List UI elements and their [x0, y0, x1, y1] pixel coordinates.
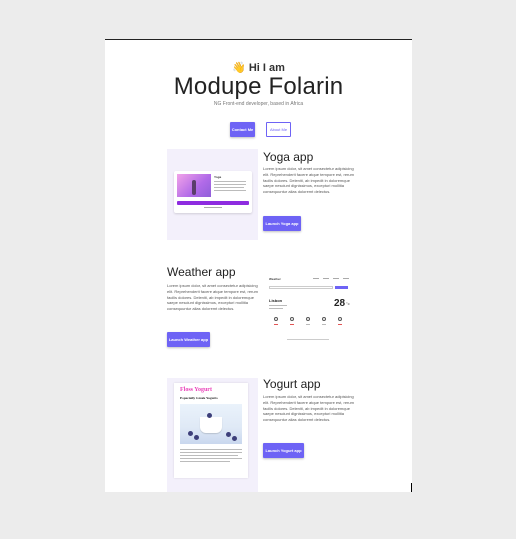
text-line	[214, 184, 246, 185]
text-cursor	[411, 483, 412, 492]
blueberry	[194, 435, 199, 440]
launch-yoga-app-button[interactable]: Launch Yoga app	[263, 216, 301, 231]
menu-item	[333, 278, 339, 279]
text-line	[180, 452, 242, 453]
launch-yogurt-app-button[interactable]: Launch Yogurt app	[263, 443, 304, 458]
yogurt-brand: Floss Yogurt	[180, 387, 212, 393]
yoga-preview-heading: Yoga	[214, 175, 222, 179]
weather-app-preview: Weather Lisbon 28 °c	[263, 264, 354, 355]
portfolio-page: 👋 Hi I am Modupe Folarin NG Front-end dev…	[105, 39, 412, 492]
yoga-image	[177, 174, 211, 197]
launch-weather-app-button[interactable]: Launch Weather app	[167, 332, 210, 347]
blueberry	[207, 413, 212, 418]
text-line	[214, 181, 246, 182]
weather-unit: °c	[346, 301, 350, 306]
weather-app-title: Weather app	[167, 265, 236, 279]
menu-item	[343, 278, 349, 279]
yogurt-app-description: Lorem ipsum dolor, sit amet consectetur …	[263, 394, 354, 423]
text-line	[180, 455, 238, 456]
weather-search-input	[269, 286, 333, 289]
forecast-marker	[338, 324, 342, 325]
text-line	[180, 461, 230, 462]
yogurt-cup	[200, 417, 222, 433]
text-line	[214, 187, 244, 188]
yoga-app-description: Lorem ipsum dolor, sit amet consectetur …	[263, 166, 354, 195]
yoga-figure	[192, 180, 196, 195]
weather-preview-card: Weather Lisbon 28 °c	[263, 264, 354, 355]
contact-me-button[interactable]: Contact Me	[230, 122, 255, 137]
forecast-marker	[322, 324, 326, 325]
yoga-app-title: Yoga app	[263, 150, 314, 164]
text-line	[287, 339, 329, 340]
text-line	[269, 305, 287, 306]
forecast-marker	[274, 324, 278, 325]
yoga-app-preview: Yoga	[167, 149, 258, 240]
text-line	[269, 308, 283, 309]
yogurt-app-title: Yogurt app	[263, 377, 321, 391]
text-line	[180, 449, 242, 450]
weather-city: Lisbon	[269, 298, 283, 303]
forecast-icon	[274, 317, 278, 321]
forecast-icon	[322, 317, 326, 321]
text-line	[214, 190, 246, 191]
yogurt-app-preview: Floss Yogurt Especially Greek Yogurts	[167, 378, 258, 492]
forecast-marker	[306, 324, 310, 325]
weather-logo: Weather	[269, 277, 281, 281]
weather-temperature: 28	[334, 298, 346, 309]
blueberry	[226, 432, 231, 437]
blueberry	[232, 436, 237, 441]
text-line	[204, 207, 222, 208]
menu-item	[323, 278, 329, 279]
yogurt-tagline: Especially Greek Yogurts	[180, 396, 218, 400]
yoga-preview-button	[177, 201, 249, 205]
forecast-icon	[290, 317, 294, 321]
blueberry	[188, 431, 193, 436]
menu-item	[313, 278, 319, 279]
forecast-marker	[290, 324, 294, 325]
hero-name: Modupe Folarin	[173, 73, 344, 100]
top-border	[105, 39, 412, 40]
text-line	[180, 458, 242, 459]
hero-subtitle: NG Front-end developer, based in Africa	[213, 101, 304, 107]
yogurt-preview-card: Floss Yogurt Especially Greek Yogurts	[174, 383, 248, 478]
weather-app-description: Lorem ipsum dolor, sit amet consectetur …	[167, 283, 258, 312]
weather-search-button	[335, 286, 348, 289]
about-me-button[interactable]: About Me	[266, 122, 291, 137]
forecast-icon	[306, 317, 310, 321]
yogurt-image	[180, 404, 242, 444]
forecast-icon	[338, 317, 342, 321]
yoga-preview-card: Yoga	[174, 171, 252, 213]
